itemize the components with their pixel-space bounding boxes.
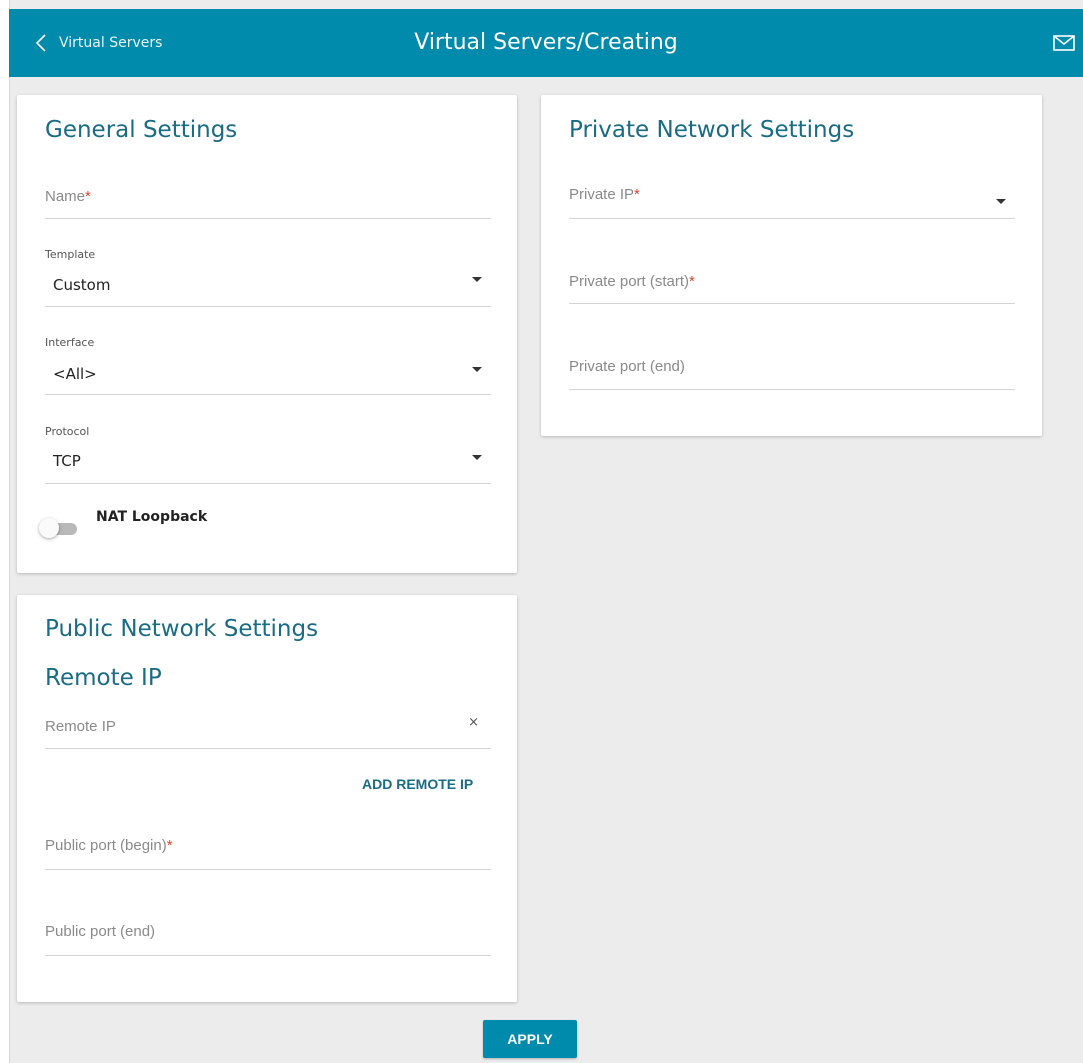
page-title: Virtual Servers/Creating: [414, 30, 678, 55]
close-icon[interactable]: ×: [468, 715, 479, 730]
chevron-down-icon: [996, 199, 1006, 204]
apply-button[interactable]: APPLY: [483, 1020, 577, 1058]
required-mark: *: [166, 837, 173, 854]
interface-value: <All>: [53, 365, 97, 383]
remote-ip-field[interactable]: Remote IP ×: [45, 710, 491, 749]
private-ip-select[interactable]: Private IP*: [569, 180, 1015, 219]
private-network-title: Private Network Settings: [569, 117, 855, 143]
general-settings-title: General Settings: [45, 117, 238, 143]
name-field[interactable]: Name*: [45, 180, 491, 219]
toggle-knob: [39, 518, 59, 538]
required-mark: *: [689, 273, 695, 290]
chevron-down-icon: [472, 455, 482, 460]
chevron-down-icon: [472, 277, 482, 282]
remote-ip-placeholder: Remote IP: [45, 718, 116, 735]
interface-select[interactable]: Interface <All>: [45, 333, 491, 395]
protocol-value: TCP: [53, 452, 81, 470]
nat-loopback-toggle[interactable]: [39, 518, 79, 538]
nat-loopback-label: NAT Loopback: [96, 509, 208, 525]
interface-label: Interface: [45, 336, 95, 349]
public-port-end-field[interactable]: Public port (end): [45, 917, 491, 956]
add-remote-ip-button[interactable]: ADD REMOTE IP: [362, 776, 473, 792]
chevron-down-icon: [472, 367, 482, 372]
top-bar: Virtual Servers Virtual Servers/Creating: [9, 9, 1083, 77]
public-network-title: Public Network Settings: [45, 616, 319, 642]
private-port-start-placeholder: Private port (start): [569, 273, 690, 290]
required-mark: *: [634, 186, 640, 203]
private-ip-placeholder: Private IP: [569, 186, 635, 203]
remote-ip-title: Remote IP: [45, 665, 162, 691]
public-port-end-placeholder: Public port (end): [45, 923, 156, 940]
protocol-select[interactable]: Protocol TCP: [45, 422, 491, 484]
envelope-icon[interactable]: [1053, 33, 1075, 53]
name-placeholder: Name: [45, 188, 86, 205]
template-select[interactable]: Template Custom: [45, 244, 491, 307]
private-port-end-placeholder: Private port (end): [569, 358, 685, 375]
public-port-begin-placeholder: Public port (begin): [45, 837, 167, 854]
template-label: Template: [45, 248, 96, 261]
private-port-start-field[interactable]: Private port (start)*: [569, 265, 1015, 304]
private-port-end-field[interactable]: Private port (end): [569, 351, 1015, 390]
required-mark: *: [85, 188, 91, 205]
template-value: Custom: [53, 276, 111, 294]
protocol-label: Protocol: [45, 425, 90, 438]
public-port-begin-field[interactable]: Public port (begin)*: [45, 831, 491, 870]
